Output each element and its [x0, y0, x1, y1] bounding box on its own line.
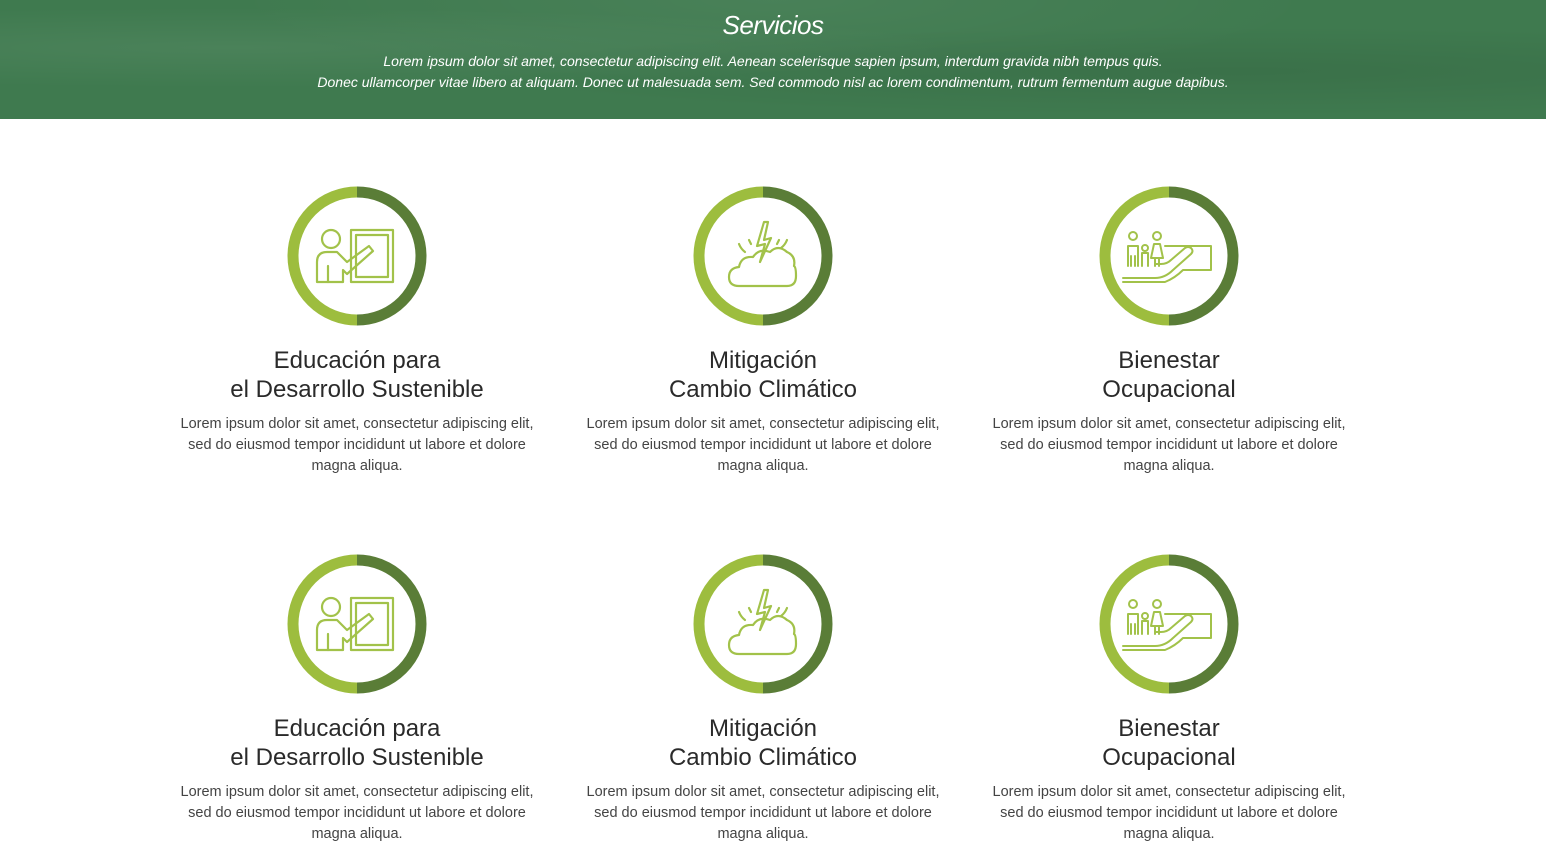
service-title: Bienestar Ocupacional [969, 714, 1369, 772]
service-description-line: Lorem ipsum dolor sit amet, consectetur … [180, 416, 534, 432]
service-title-line: Bienestar [1118, 347, 1220, 374]
teacher-board-icon [287, 554, 427, 694]
service-description: Lorem ipsum dolor sit amet, consectetur … [157, 782, 557, 845]
service-icon-badge [1099, 554, 1239, 694]
service-icon-badge [693, 186, 833, 326]
service-description: Lorem ipsum dolor sit amet, consectetur … [969, 782, 1369, 845]
section-intro-line-2: Donec ullamcorper vitae libero at aliqua… [317, 74, 1229, 90]
service-description-line: magna aliqua. [717, 826, 809, 842]
service-card: Mitigación Cambio Climático Lorem ipsum … [563, 554, 963, 845]
service-description: Lorem ipsum dolor sit amet, consectetur … [969, 414, 1369, 477]
service-title-line: Educación para [273, 715, 441, 742]
service-title: Educación para el Desarrollo Sustenible [157, 346, 557, 404]
service-description-line: sed do eiusmod tempor incididunt ut labo… [188, 437, 526, 453]
service-description-line: Lorem ipsum dolor sit amet, consectetur … [992, 784, 1346, 800]
service-description: Lorem ipsum dolor sit amet, consectetur … [563, 782, 963, 845]
section-intro-line-1: Lorem ipsum dolor sit amet, consectetur … [383, 53, 1163, 69]
service-description-line: Lorem ipsum dolor sit amet, consectetur … [992, 416, 1346, 432]
service-description: Lorem ipsum dolor sit amet, consectetur … [563, 414, 963, 477]
service-icon-badge [1099, 186, 1239, 326]
service-title-line: Cambio Climático [668, 744, 858, 771]
service-description-line: magna aliqua. [311, 826, 403, 842]
service-description-line: sed do eiusmod tempor incididunt ut labo… [594, 805, 932, 821]
service-title-line: Educación para [273, 347, 441, 374]
service-title: Bienestar Ocupacional [969, 346, 1369, 404]
service-title-line: Ocupacional [1102, 376, 1236, 403]
service-description-line: magna aliqua. [1123, 826, 1215, 842]
section-title: Servicios [722, 10, 824, 40]
service-card: Bienestar Ocupacional Lorem ipsum dolor … [969, 186, 1369, 477]
service-description-line: magna aliqua. [717, 458, 809, 474]
service-title-line: el Desarrollo Sustenible [230, 744, 484, 771]
service-description-line: magna aliqua. [1123, 458, 1215, 474]
service-title: Mitigación Cambio Climático [563, 714, 963, 772]
service-description-line: Lorem ipsum dolor sit amet, consectetur … [586, 416, 940, 432]
cloud-lightning-icon [693, 554, 833, 694]
service-description-line: Lorem ipsum dolor sit amet, consectetur … [180, 784, 534, 800]
service-card: Educación para el Desarrollo Sustenible … [157, 186, 557, 477]
family-hand-icon [1099, 554, 1239, 694]
service-icon-badge [287, 186, 427, 326]
service-description-line: magna aliqua. [311, 458, 403, 474]
service-title-line: Mitigación [708, 347, 818, 374]
service-description: Lorem ipsum dolor sit amet, consectetur … [157, 414, 557, 477]
service-title-line: Bienestar [1118, 715, 1220, 742]
service-description-line: Lorem ipsum dolor sit amet, consectetur … [586, 784, 940, 800]
service-icon-badge [287, 554, 427, 694]
cloud-lightning-icon [693, 186, 833, 326]
family-hand-icon [1099, 186, 1239, 326]
service-card: Mitigación Cambio Climático Lorem ipsum … [563, 186, 963, 477]
service-title-line: Ocupacional [1102, 744, 1236, 771]
service-description-line: sed do eiusmod tempor incididunt ut labo… [1000, 805, 1338, 821]
service-card: Educación para el Desarrollo Sustenible … [157, 554, 557, 845]
service-title-line: Mitigación [708, 715, 818, 742]
service-description-line: sed do eiusmod tempor incididunt ut labo… [1000, 437, 1338, 453]
service-title: Educación para el Desarrollo Sustenible [157, 714, 557, 772]
services-hero-banner: Servicios Lorem ipsum dolor sit amet, co… [0, 0, 1546, 119]
service-description-line: sed do eiusmod tempor incididunt ut labo… [594, 437, 932, 453]
service-card: Bienestar Ocupacional Lorem ipsum dolor … [969, 554, 1369, 845]
service-icon-badge [693, 554, 833, 694]
teacher-board-icon [287, 186, 427, 326]
service-title-line: el Desarrollo Sustenible [230, 376, 484, 403]
service-description-line: sed do eiusmod tempor incididunt ut labo… [188, 805, 526, 821]
service-title: Mitigación Cambio Climático [563, 346, 963, 404]
service-title-line: Cambio Climático [668, 376, 858, 403]
